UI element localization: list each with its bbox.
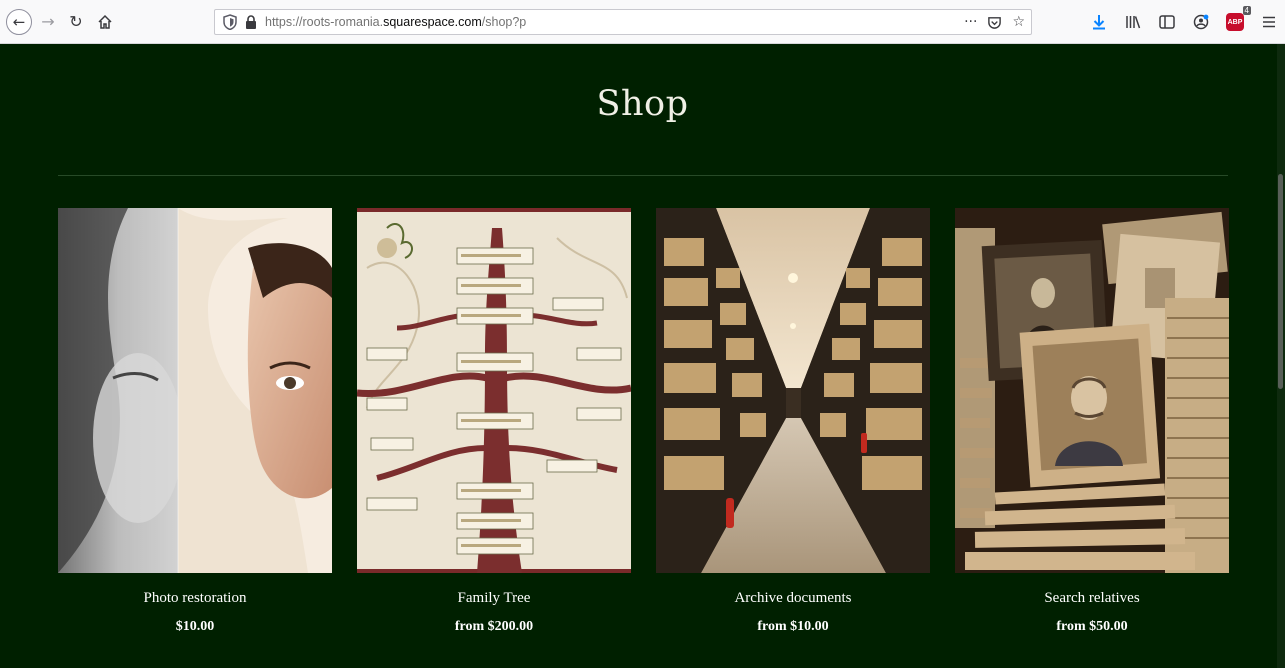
adblock-count-badge: 4 bbox=[1242, 6, 1251, 15]
product-price: $10.00 bbox=[175, 619, 215, 634]
url-bar[interactable]: https://roots-romania.squarespace.com/sh… bbox=[214, 9, 1032, 35]
product-price: from $50.00 bbox=[1056, 619, 1128, 634]
divider bbox=[58, 175, 1228, 176]
product-card-photo-restoration[interactable]: Photo restoration $10.00 bbox=[58, 208, 332, 648]
account-icon[interactable] bbox=[1191, 12, 1211, 32]
archive-documents-image bbox=[656, 208, 930, 573]
product-image-family-tree[interactable] bbox=[357, 208, 631, 573]
product-grid: Photo restoration $10.00 Family Tree fro… bbox=[58, 208, 1229, 648]
product-card-family-tree[interactable]: Family Tree from $200.00 bbox=[357, 208, 631, 648]
product-image-photo-restoration[interactable] bbox=[58, 208, 332, 573]
reload-icon[interactable]: ↻ bbox=[64, 10, 88, 34]
shop-page: Shop Photo restoration $10.00 Family Tre… bbox=[0, 44, 1285, 668]
page-title: Shop bbox=[596, 84, 689, 124]
page-scrollbar[interactable] bbox=[1277, 44, 1285, 668]
scrollbar-thumb[interactable] bbox=[1278, 174, 1283, 389]
more-icon[interactable]: ··· bbox=[964, 15, 977, 29]
product-name[interactable]: Photo restoration bbox=[58, 590, 332, 607]
back-icon[interactable]: ← bbox=[6, 9, 32, 35]
pocket-icon[interactable] bbox=[987, 15, 1002, 30]
download-icon[interactable] bbox=[1089, 12, 1109, 32]
bookmark-star-icon[interactable]: ☆ bbox=[1012, 15, 1025, 29]
home-icon[interactable] bbox=[93, 10, 117, 34]
product-image-archive-documents[interactable] bbox=[656, 208, 930, 573]
product-image-search-relatives[interactable] bbox=[955, 208, 1229, 573]
library-icon[interactable] bbox=[1123, 12, 1143, 32]
search-relatives-image bbox=[955, 208, 1229, 573]
shield-icon[interactable] bbox=[223, 14, 237, 30]
menu-icon[interactable] bbox=[1259, 12, 1279, 32]
photo-restoration-image bbox=[58, 208, 332, 573]
lock-icon[interactable] bbox=[245, 15, 257, 29]
family-tree-image bbox=[357, 208, 631, 573]
product-price: from $10.00 bbox=[757, 619, 829, 634]
product-name[interactable]: Archive documents bbox=[656, 590, 930, 607]
product-card-search-relatives[interactable]: Search relatives from $50.00 bbox=[955, 208, 1229, 648]
product-name[interactable]: Search relatives bbox=[955, 590, 1229, 607]
url-text[interactable]: https://roots-romania.squarespace.com/sh… bbox=[265, 15, 526, 29]
product-name[interactable]: Family Tree bbox=[357, 590, 631, 607]
browser-toolbar: ← → ↻ https://roots-romania.squarespace.… bbox=[0, 0, 1285, 44]
sidebar-icon[interactable] bbox=[1157, 12, 1177, 32]
adblock-icon[interactable]: ABP 4 bbox=[1225, 6, 1251, 32]
forward-icon[interactable]: → bbox=[36, 10, 60, 34]
product-card-archive-documents[interactable]: Archive documents from $10.00 bbox=[656, 208, 930, 648]
product-price: from $200.00 bbox=[454, 619, 534, 634]
